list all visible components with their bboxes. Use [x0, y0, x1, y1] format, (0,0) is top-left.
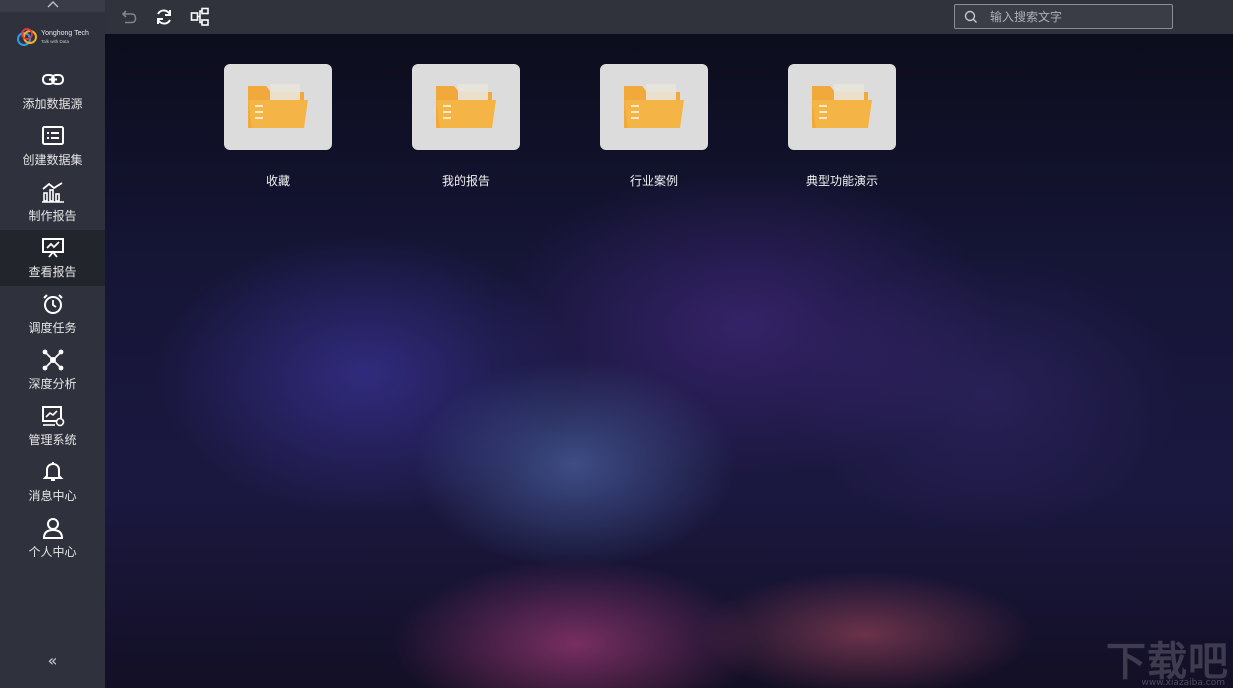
search-input[interactable] — [988, 8, 1152, 25]
sidebar-item-schedule-task[interactable]: 调度任务 — [0, 286, 105, 342]
sidebar-item-label: 管理系统 — [28, 432, 77, 447]
undo-button[interactable] — [117, 6, 139, 28]
sidebar-item-admin-system[interactable]: 管理系统 — [0, 398, 105, 454]
report-folder-area: 收藏 我的报告 行业案例 典型功能演示 下载吧 www.xiazaiba.com — [105, 34, 1233, 688]
double-chevron-left-icon: « — [47, 651, 58, 670]
brand-name: Yonghong Tech — [41, 30, 89, 37]
sidebar-item-add-datasource[interactable]: 添加数据源 — [0, 62, 105, 118]
folder-favorites[interactable]: 收藏 — [224, 64, 332, 189]
folder-label: 典型功能演示 — [805, 174, 878, 188]
sidebar-expand-top-button[interactable] — [0, 0, 105, 12]
folder-icon — [248, 84, 308, 128]
folder-card — [600, 64, 708, 150]
sidebar-item-personal-center[interactable]: 个人中心 — [0, 510, 105, 566]
folder-card — [412, 64, 520, 150]
sidebar-item-create-dataset[interactable]: 创建数据集 — [0, 118, 105, 174]
folder-card — [788, 64, 896, 150]
dataset-icon — [41, 125, 64, 145]
folder-icon — [436, 84, 496, 128]
watermark: 下载吧 — [1106, 639, 1229, 685]
folder-feature-demos[interactable]: 典型功能演示 — [788, 64, 896, 189]
search-icon — [964, 10, 977, 23]
sidebar-collapse-button[interactable]: « — [0, 651, 105, 670]
folder-icon — [624, 84, 684, 128]
sidebar-item-label: 个人中心 — [28, 544, 77, 559]
sidebar-item-label: 调度任务 — [28, 320, 77, 335]
sidebar-item-message-center[interactable]: 消息中心 — [0, 454, 105, 510]
search-box[interactable] — [954, 4, 1173, 29]
sidebar-item-label: 创建数据集 — [22, 152, 83, 167]
monitor-gear-icon — [41, 405, 64, 426]
folder-industry-cases[interactable]: 行业案例 — [600, 64, 708, 189]
chart-icon — [41, 181, 64, 203]
sidebar-item-label: 制作报告 — [28, 208, 77, 223]
folder-icon — [812, 84, 872, 128]
sidebar: Yonghong Tech Talk with Data 添加数据源 创建数据集 — [0, 0, 105, 688]
sidebar-item-make-report[interactable]: 制作报告 — [0, 174, 105, 230]
hierarchy-icon — [190, 7, 209, 26]
bell-icon — [42, 461, 63, 481]
presentation-icon — [41, 237, 64, 258]
refresh-icon — [157, 9, 171, 25]
sidebar-item-deep-analysis[interactable]: 深度分析 — [0, 342, 105, 398]
folder-label: 行业案例 — [629, 174, 678, 188]
toolbar — [105, 0, 1233, 34]
yonghong-logo-icon — [17, 28, 38, 46]
alarm-clock-icon — [42, 293, 63, 314]
sidebar-item-view-report[interactable]: 查看报告 — [0, 230, 105, 286]
brand-tagline: Talk with Data — [41, 39, 70, 44]
sidebar-nav: 添加数据源 创建数据集 制作报告 查看报告 调度任务 深度分析 管理系统 消息中… — [0, 62, 105, 566]
refresh-button[interactable] — [153, 6, 175, 28]
brand-logo: Yonghong Tech Talk with Data — [0, 12, 105, 62]
link-icon — [41, 73, 64, 85]
undo-icon — [121, 10, 137, 24]
hierarchy-button[interactable] — [189, 6, 211, 28]
sidebar-item-label: 深度分析 — [28, 376, 77, 391]
folder-my-reports[interactable]: 我的报告 — [412, 64, 520, 189]
network-icon — [42, 349, 63, 370]
sidebar-item-label: 查看报告 — [28, 264, 77, 279]
sidebar-item-label: 消息中心 — [28, 488, 77, 503]
watermark-url: www.xiazaiba.com — [1141, 678, 1225, 688]
sidebar-item-label: 添加数据源 — [22, 96, 83, 111]
user-icon — [42, 517, 63, 539]
folder-label: 我的报告 — [441, 174, 490, 188]
chevron-up-icon — [47, 1, 58, 8]
folder-card — [224, 64, 332, 150]
folder-label: 收藏 — [265, 174, 290, 188]
